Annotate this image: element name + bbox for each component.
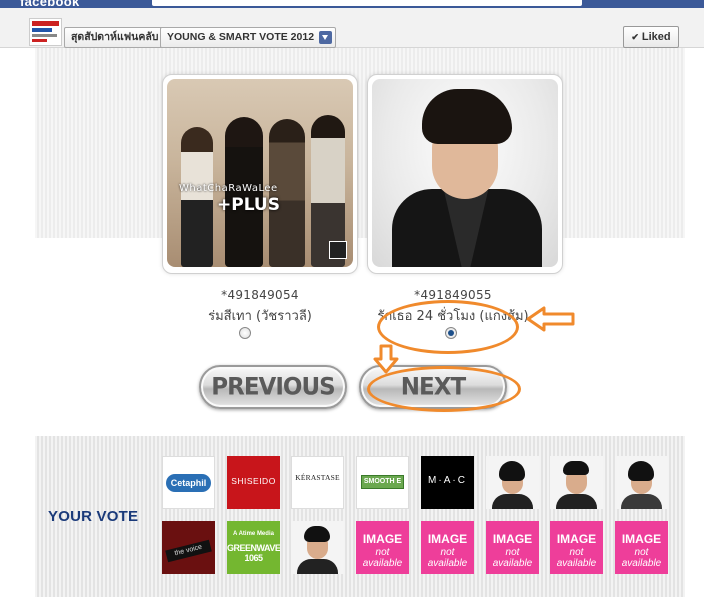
vote-thumb-mac[interactable]: M·A·C (421, 456, 474, 509)
liked-label: Liked (641, 31, 671, 43)
candidate-card-1[interactable]: WhatChaRaWaLee +PLUS (162, 74, 358, 274)
candidate-2-info: *491849055 รักเธอ 24 ชั่วโมง (แกงส้ม) (358, 288, 548, 326)
vote-thumb-greenwave[interactable]: A Atime Media GREENWAVE 1065 (227, 521, 280, 574)
image-na-line2: not available (621, 547, 662, 569)
vote-thumb-image-not-available[interactable]: IMAGE not available (421, 521, 474, 574)
candidate-2-radio[interactable] (445, 327, 457, 339)
background-middle (35, 238, 685, 438)
previous-button[interactable]: PREVIOUS (199, 364, 347, 410)
shiseido-logo: SHISEIDO (231, 476, 276, 486)
liked-button[interactable]: ✔ Liked (623, 26, 679, 48)
image-na-line2: not available (427, 547, 468, 569)
facebook-search-input[interactable] (152, 0, 582, 6)
your-vote-heading: YOUR VOTE (48, 508, 139, 525)
vote-thumb-portrait-female-1[interactable] (486, 456, 539, 509)
label-logo-icon (329, 241, 347, 259)
candidate-2-title: รักเธอ 24 ชั่วโมง (แกงส้ม) (377, 309, 529, 324)
image-na-line2: not available (556, 547, 597, 569)
vote-thumb-image-not-available[interactable]: IMAGE not available (486, 521, 539, 574)
image-na-line1: IMAGE (621, 532, 662, 546)
facebook-top-bar: facebook (0, 0, 704, 9)
app-tab-selector[interactable]: YOUNG & SMART VOTE 2012 (160, 27, 336, 48)
cetaphil-logo: Cetaphil (166, 474, 211, 492)
image-na-line2: not available (492, 547, 533, 569)
page-header: สุดสัปดาห์แฟนคลับ YOUNG & SMART VOTE 201… (0, 8, 704, 48)
vote-thumb-cetaphil[interactable]: Cetaphil (162, 456, 215, 509)
vote-thumb-portrait-male-1[interactable] (550, 456, 603, 509)
check-icon: ✔ (631, 32, 639, 42)
the-voice-logo: the voice (165, 539, 212, 563)
candidate-1-title: ร่มสีเทา (วัชราวลี) (208, 309, 312, 324)
photo-overlay-text: WhatChaRaWaLee (179, 183, 278, 194)
candidate-1-photo: WhatChaRaWaLee +PLUS (167, 79, 353, 267)
background-stripes-top (35, 48, 685, 238)
annotation-arrow-down-icon (373, 344, 399, 374)
image-na-line2: not available (362, 547, 403, 569)
image-na-line1: IMAGE (362, 532, 403, 546)
vote-thumb-image-not-available[interactable]: IMAGE not available (550, 521, 603, 574)
vote-thumb-image-not-available[interactable]: IMAGE not available (356, 521, 409, 574)
image-na-line1: IMAGE (556, 532, 597, 546)
kerastase-logo: KÉRASTASE (295, 473, 340, 482)
smooth-e-logo: SMOOTH E (361, 475, 404, 489)
app-tab-label: YOUNG & SMART VOTE 2012 (167, 31, 315, 43)
vote-thumb-the-voice[interactable]: the voice (162, 521, 215, 574)
image-na-line1: IMAGE (427, 532, 468, 546)
vote-thumb-smooth-e[interactable]: SMOOTH E (356, 456, 409, 509)
candidate-2-number: *491849055 (414, 288, 492, 302)
image-na-line1: IMAGE (492, 532, 533, 546)
candidate-1-info: *491849054 ร่มสีเทา (วัชราวลี) (165, 288, 355, 326)
candidate-1-number: *491849054 (221, 288, 299, 302)
candidate-card-2[interactable] (367, 74, 563, 274)
vote-thumb-portrait-male-2[interactable] (291, 521, 344, 574)
mac-logo: M·A·C (428, 475, 467, 486)
page-avatar[interactable] (29, 18, 62, 46)
candidate-2-photo (372, 79, 558, 267)
vote-thumb-portrait-female-2[interactable] (615, 456, 668, 509)
page-name-button[interactable]: สุดสัปดาห์แฟนคลับ (64, 27, 166, 48)
greenwave-small-label: A Atime Media (233, 531, 274, 537)
vote-thumb-image-not-available[interactable]: IMAGE not available (615, 521, 668, 574)
greenwave-logo: GREENWAVE 1065 (227, 543, 280, 563)
candidate-1-radio[interactable] (239, 327, 251, 339)
chevron-down-icon[interactable] (319, 31, 332, 44)
vote-thumb-kerastase[interactable]: KÉRASTASE (291, 456, 344, 509)
vote-app-canvas: WhatChaRaWaLee +PLUS *491849054 ร่มสีเทา… (35, 48, 685, 597)
annotation-arrow-left-icon (526, 306, 575, 332)
photo-overlay-plus: +PLUS (217, 195, 280, 215)
vote-thumb-shiseido[interactable]: SHISEIDO (227, 456, 280, 509)
